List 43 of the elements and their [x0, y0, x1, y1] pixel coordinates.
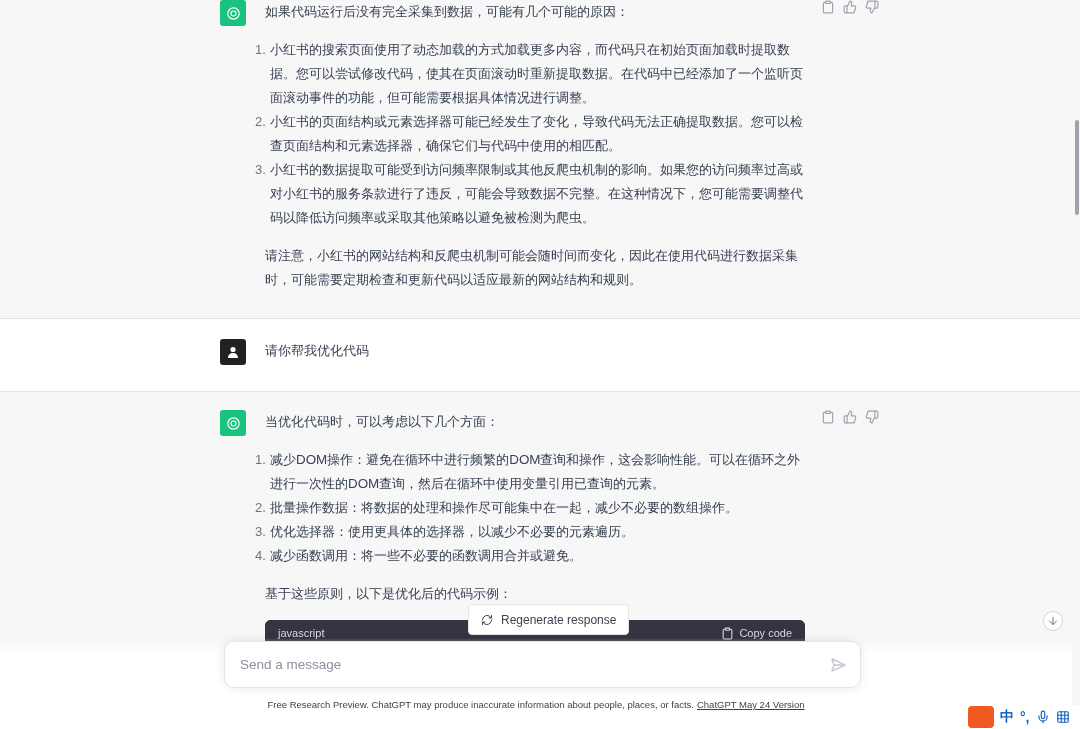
microphone-icon[interactable] [1035, 710, 1050, 724]
grid-icon[interactable] [1055, 710, 1070, 724]
list-item-text: 小红书的搜索页面使用了动态加载的方式加载更多内容，而代码只在初始页面加载时提取数据。您可以尝试修改代码，使其在页面滚动时重新提取数据。在代码中已经添加了一个监听页面滚动事件的功能，但可能需要根据具体情况进行调整。 [270, 41, 804, 107]
list-item-text: 批量操作数据：将数据的处理和操作尽可能集中在一起，减少不必要的数组操作。 [270, 499, 738, 517]
thumbs-up-icon[interactable] [843, 0, 857, 14]
clipboard-icon [721, 626, 735, 640]
list-item-text: 小红书的页面结构或元素选择器可能已经发生了变化，导致代码无法正确提取数据。您可以检查页面结构和元素选择器，确保它们与代码中使用的相匹配。 [270, 113, 804, 155]
disclaimer-text: Free Research Preview. ChatGPT may produce inaccurate information about people, places, or facts. [267, 699, 694, 710]
message-text: 当优化代码时，可以考虑以下几个方面： [265, 413, 500, 431]
ime-language[interactable]: 中 [1000, 708, 1014, 726]
list-number: 3. [255, 523, 267, 541]
regenerate-button[interactable]: Regenerate response [468, 604, 630, 635]
ime-punctuation[interactable]: °, [1020, 709, 1030, 725]
send-icon [830, 656, 846, 673]
list-item-text: 减少DOM操作：避免在循环中进行频繁的DOM查询和操作，这会影响性能。可以在循环之外进行一次性的DOM查询，然后在循环中使用变量引用已查询的元素。 [270, 451, 802, 493]
list-item-text: 优化选择器：使用更具体的选择器，以减少不必要的元素遍历。 [270, 523, 634, 541]
code-language: javascript [278, 626, 325, 641]
copy-code-button[interactable]: Copy code [721, 626, 792, 640]
list-number: 4. [255, 547, 267, 565]
message-text: 如果代码运行后没有完全采集到数据，可能有几个可能的原因： [265, 3, 630, 21]
arrow-down-icon [1047, 615, 1059, 627]
message-text: 请你帮我优化代码 [265, 342, 370, 360]
thumbs-up-icon[interactable] [843, 410, 857, 424]
message-input[interactable]: Send a message [238, 656, 830, 673]
scrollbar-thumb[interactable] [1075, 120, 1079, 215]
copy-icon[interactable] [821, 0, 835, 14]
user-silhouette-icon [227, 346, 239, 358]
message-text: 请注意，小红书的网站结构和反爬虫机制可能会随时间而变化，因此在使用代码进行数据采集时，可能需要定期检查和更新代码以适应最新的网站结构和规则。 [265, 247, 799, 289]
list-number: 1. [255, 451, 267, 469]
thumbs-down-icon[interactable] [865, 410, 879, 424]
list-number: 3. [255, 161, 267, 179]
list-number: 2. [255, 113, 267, 131]
message-field[interactable]: Send a message [224, 641, 861, 688]
list-number: 1. [255, 41, 267, 59]
copy-icon[interactable] [821, 410, 835, 424]
send-button[interactable] [830, 656, 846, 673]
list-item-text: 小红书的数据提取可能受到访问频率限制或其他反爬虫机制的影响。如果您的访问频率过高或对小红书的服务条款进行了违反，可能会导致数据不完整。在这种情况下，您可能需要调整代码以降低访问频率或采取其他策略以避免被检测为爬虫。 [270, 161, 804, 227]
list-item-text: 减少函数调用：将一些不必要的函数调用合并或避免。 [270, 547, 582, 565]
thumbs-down-icon[interactable] [865, 0, 879, 14]
list-number: 2. [255, 499, 267, 517]
message-text: 基于这些原则，以下是优化后的代码示例： [265, 585, 513, 603]
version-link[interactable]: ChatGPT May 24 Version [696, 699, 805, 710]
refresh-icon [481, 613, 493, 626]
